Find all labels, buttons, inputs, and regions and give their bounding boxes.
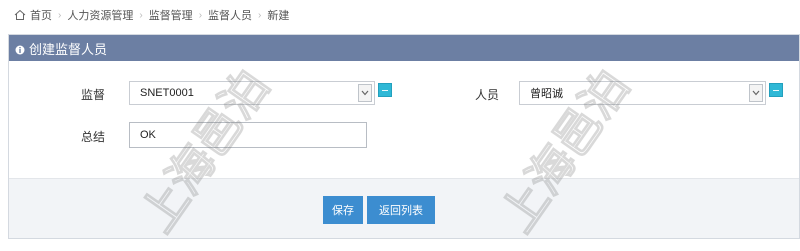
supervision-pick-button[interactable] <box>378 83 392 97</box>
breadcrumb-separator: › <box>198 9 203 21</box>
summary-input[interactable]: OK <box>129 122 367 148</box>
breadcrumb-supervision[interactable]: 监督管理 <box>149 7 193 23</box>
supervision-select[interactable]: SNET0001 <box>129 81 375 105</box>
breadcrumb-supervisors[interactable]: 监督人员 <box>208 7 252 23</box>
breadcrumb-separator: › <box>58 9 62 21</box>
breadcrumb-home[interactable]: 首页 <box>30 7 52 23</box>
breadcrumb-separator: › <box>258 9 262 21</box>
summary-value: OK <box>140 129 156 141</box>
person-select[interactable]: 曾昭诚 <box>519 81 766 105</box>
person-pick-button[interactable] <box>769 83 783 97</box>
back-to-list-button[interactable]: 返回列表 <box>367 196 435 224</box>
breadcrumb: 首页 › 人力资源管理 › 监督管理 › 监督人员 › 新建 <box>0 0 800 30</box>
breadcrumb-hr[interactable]: 人力资源管理 <box>67 7 133 23</box>
supervision-value: SNET0001 <box>140 87 194 99</box>
breadcrumb-separator: › <box>139 9 143 21</box>
supervision-label: 监督 <box>81 88 106 102</box>
breadcrumb-current: 新建 <box>267 10 290 22</box>
person-label: 人员 <box>475 88 500 102</box>
form-footer: 保存 返回列表 <box>9 178 799 238</box>
chevron-down-icon[interactable] <box>749 84 763 102</box>
person-value: 曾昭诚 <box>530 88 563 100</box>
panel-title: 创建监督人员 <box>29 41 108 57</box>
create-supervisor-panel: 创建监督人员 监督 SNET0001 人员 曾昭诚 总结 OK 保存 返回列表 <box>8 34 800 239</box>
info-icon <box>15 43 25 55</box>
form-body: 监督 SNET0001 人员 曾昭诚 总结 OK <box>9 61 799 178</box>
save-button[interactable]: 保存 <box>323 196 363 224</box>
summary-label: 总结 <box>81 130 106 144</box>
home-icon[interactable] <box>14 9 26 21</box>
panel-header: 创建监督人员 <box>9 35 799 61</box>
chevron-down-icon[interactable] <box>358 84 372 102</box>
